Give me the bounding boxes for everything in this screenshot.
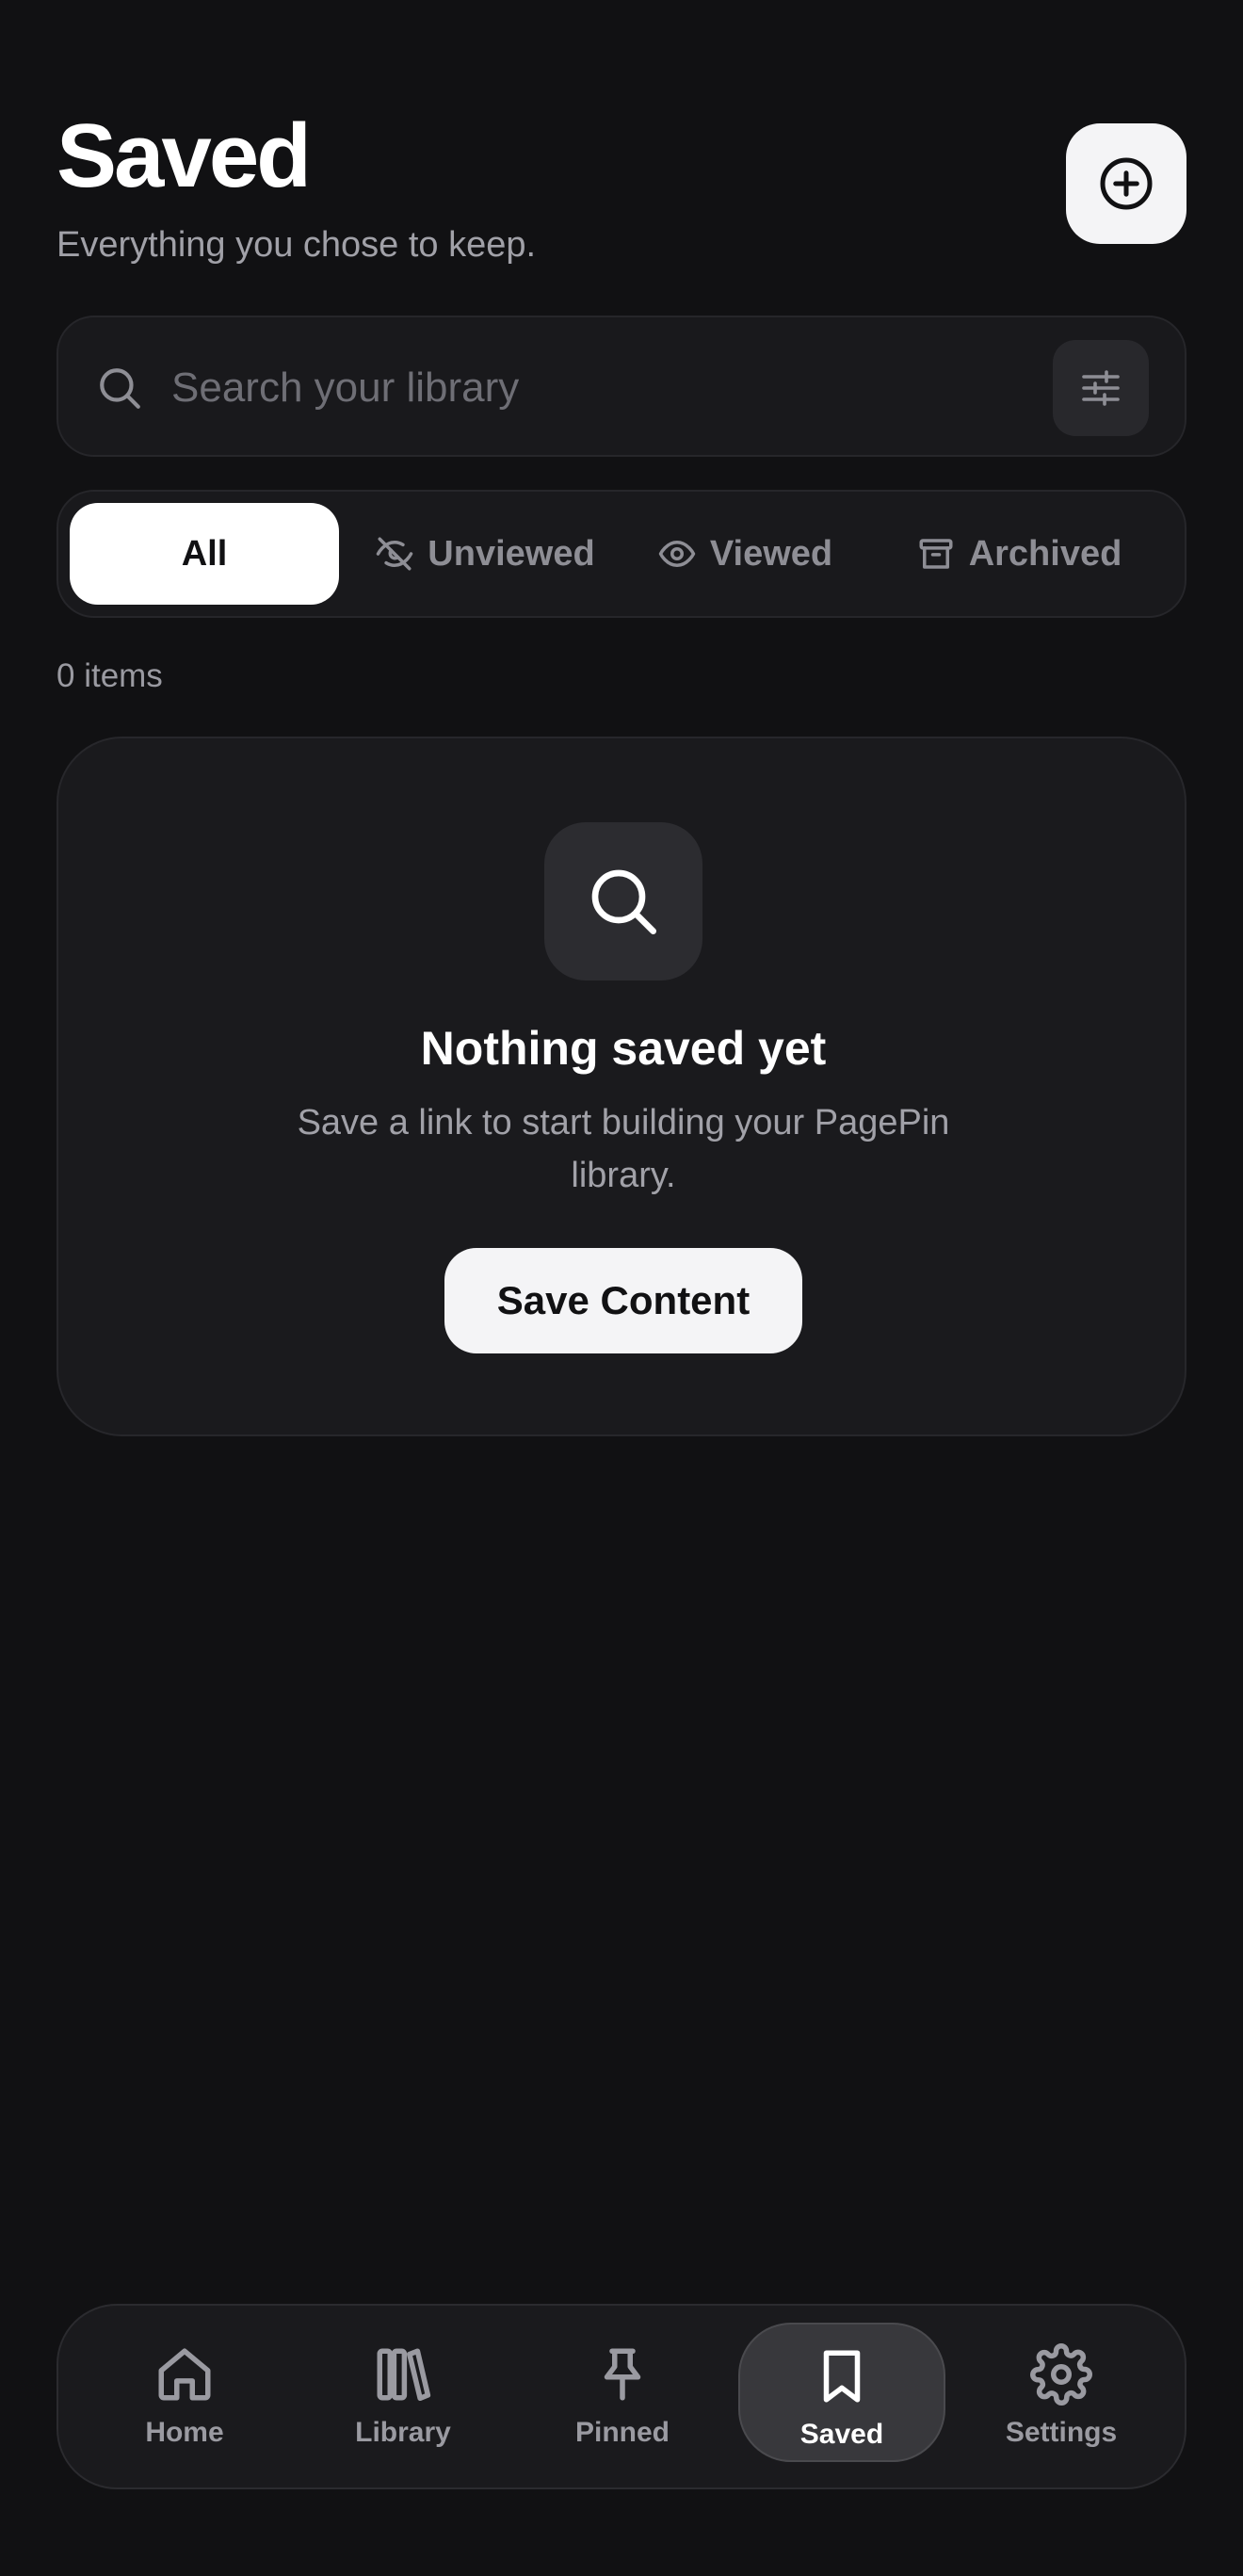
tab-all[interactable]: All (70, 503, 339, 605)
gear-icon (1030, 2343, 1092, 2406)
empty-state-card: Nothing saved yet Save a link to start b… (56, 737, 1186, 1436)
plus-circle-icon (1100, 157, 1153, 210)
nav-label: Pinned (574, 2417, 670, 2448)
home-icon (158, 2348, 211, 2401)
tab-label: Archived (968, 533, 1122, 574)
nav-item-home[interactable]: Home (81, 2323, 288, 2462)
tab-label: All (181, 533, 228, 574)
nav-label: Settings (1005, 2417, 1118, 2448)
archive-icon (919, 539, 953, 569)
search-bar (56, 316, 1186, 457)
eye-off-icon (377, 537, 413, 571)
nav-item-library[interactable]: Library (299, 2323, 507, 2462)
page-subtitle: Everything you chose to keep. (56, 225, 537, 265)
filter-button[interactable] (1053, 340, 1149, 436)
tab-archived[interactable]: Archived (878, 503, 1160, 605)
filter-tabs: All Unviewed Viewed Archived (56, 490, 1186, 618)
nav-label: Home (145, 2417, 224, 2448)
nav-label: Library (355, 2417, 451, 2448)
empty-state-icon-box (544, 822, 702, 980)
tab-label: Unviewed (428, 533, 595, 574)
tab-viewed[interactable]: Viewed (638, 503, 851, 605)
empty-state-title: Nothing saved yet (420, 1022, 827, 1075)
pin-icon (604, 2348, 641, 2401)
search-input[interactable] (171, 355, 1057, 421)
add-button[interactable] (1066, 123, 1186, 244)
nav-item-saved[interactable]: Saved (738, 2323, 945, 2462)
page-title: Saved (56, 105, 312, 206)
tab-label: Viewed (709, 533, 833, 574)
eye-icon (658, 541, 696, 567)
nav-label: Saved (799, 2419, 884, 2450)
items-count: 0 items (56, 657, 163, 694)
tab-unviewed[interactable]: Unviewed (358, 503, 612, 605)
saved-screen: Saved Everything you chose to keep. Sear… (0, 0, 1243, 2576)
save-content-button[interactable]: Save Content (444, 1248, 802, 1353)
search-icon (100, 368, 140, 409)
library-icon (377, 2348, 431, 2402)
bookmark-icon (823, 2350, 861, 2403)
empty-state-text: Save a link to start building your PageP… (297, 1103, 950, 1195)
search-icon (591, 869, 656, 934)
sliders-icon (1082, 370, 1120, 406)
nav-item-pinned[interactable]: Pinned (519, 2323, 726, 2462)
bottom-nav: Home Library Pinned Saved Settings (56, 2304, 1186, 2489)
nav-item-settings[interactable]: Settings (958, 2323, 1165, 2462)
